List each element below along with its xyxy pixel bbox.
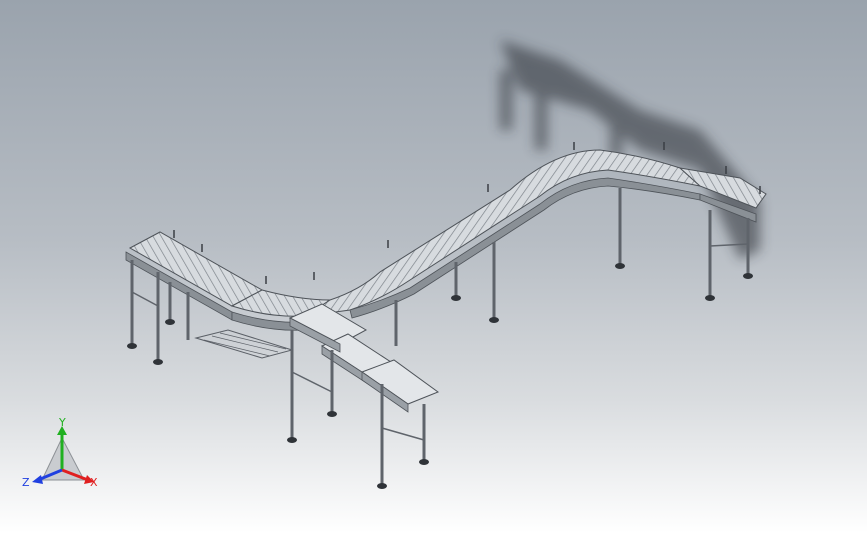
- triad-y-label: Y: [58, 418, 66, 429]
- support-legs: [130, 188, 750, 484]
- incline-roller-section[interactable]: [305, 149, 702, 319]
- drip-tray: [194, 329, 294, 359]
- conveyor-model[interactable]: [0, 0, 867, 533]
- z-arrow-icon: [32, 475, 43, 484]
- model-shadow: [500, 40, 760, 260]
- graphics-viewport[interactable]: Y X Z: [0, 0, 867, 533]
- view-orientation-triad[interactable]: Y X Z: [22, 418, 112, 498]
- triad-x-label: X: [90, 476, 98, 489]
- triad-z-label: Z: [22, 476, 30, 489]
- belt-conveyor-branch[interactable]: [288, 303, 440, 413]
- guide-posts: [173, 142, 761, 284]
